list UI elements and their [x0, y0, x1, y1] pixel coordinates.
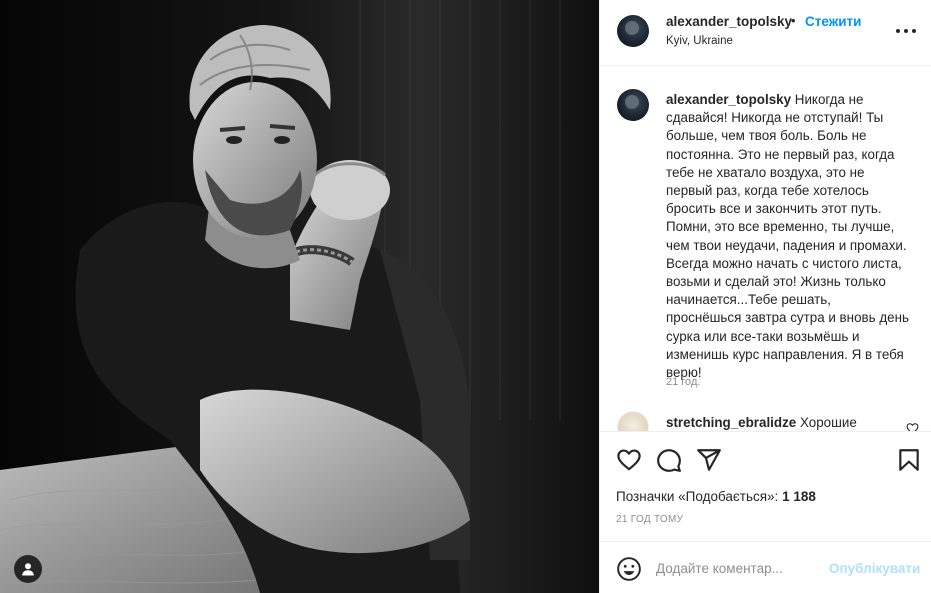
caption-avatar[interactable] [617, 89, 649, 121]
more-options-button[interactable] [896, 22, 916, 40]
post-header: alexander_topolsky • Стежити Kyiv, Ukrai… [600, 0, 931, 66]
emoji-icon[interactable] [616, 556, 642, 582]
person-tag-icon [22, 563, 34, 576]
caption-time[interactable]: 21 год. [666, 376, 700, 388]
comment-item: stretching_ebralidze Хорошие [666, 415, 857, 430]
comment-text: Хорошие [799, 415, 857, 430]
comment-button[interactable] [656, 447, 682, 473]
post-caption: alexander_topolsky Никогда не сдавайся! … [666, 91, 910, 382]
likes-count[interactable]: Позначки «Подобається»: 1 188 [616, 489, 816, 504]
author-avatar[interactable] [617, 15, 649, 47]
post-actions: Позначки «Подобається»: 1 188 21 ГОД ТОМ… [600, 431, 931, 531]
comment-icon [657, 449, 681, 472]
follow-button[interactable]: Стежити [805, 14, 861, 29]
heart-icon [617, 449, 641, 471]
post-location[interactable]: Kyiv, Ukraine [666, 35, 733, 47]
comment-composer: Опублікувати [600, 541, 931, 593]
more-dot-icon [896, 29, 900, 33]
comment-username[interactable]: stretching_ebralidze [666, 415, 796, 430]
share-button[interactable] [696, 447, 722, 473]
post-sidebar: alexander_topolsky • Стежити Kyiv, Ukrai… [599, 0, 931, 593]
caption-text: Никогда не сдавайся! Никогда не отступай… [666, 92, 909, 381]
comment-input[interactable] [656, 552, 826, 584]
post-image [0, 0, 599, 593]
post-timestamp[interactable]: 21 ГОД ТОМУ [616, 514, 683, 525]
post-photo[interactable] [0, 0, 599, 593]
author-username[interactable]: alexander_topolsky [666, 14, 792, 29]
more-dot-icon [904, 29, 908, 33]
person-tag-button[interactable] [14, 555, 42, 583]
save-button[interactable] [896, 447, 922, 473]
publish-button[interactable]: Опублікувати [829, 561, 920, 576]
send-icon [697, 449, 721, 471]
bookmark-icon [899, 449, 919, 471]
likes-number: 1 188 [782, 489, 816, 504]
more-dot-icon [912, 29, 916, 33]
caption-username[interactable]: alexander_topolsky [666, 92, 791, 107]
separator-dot: • [791, 13, 796, 28]
like-button[interactable] [616, 447, 642, 473]
likes-prefix: Позначки «Подобається»: [616, 489, 783, 504]
commenter-avatar[interactable] [617, 411, 649, 431]
comment-like-icon[interactable] [906, 422, 919, 431]
comments-section[interactable]: alexander_topolsky Никогда не сдавайся! … [600, 67, 931, 431]
